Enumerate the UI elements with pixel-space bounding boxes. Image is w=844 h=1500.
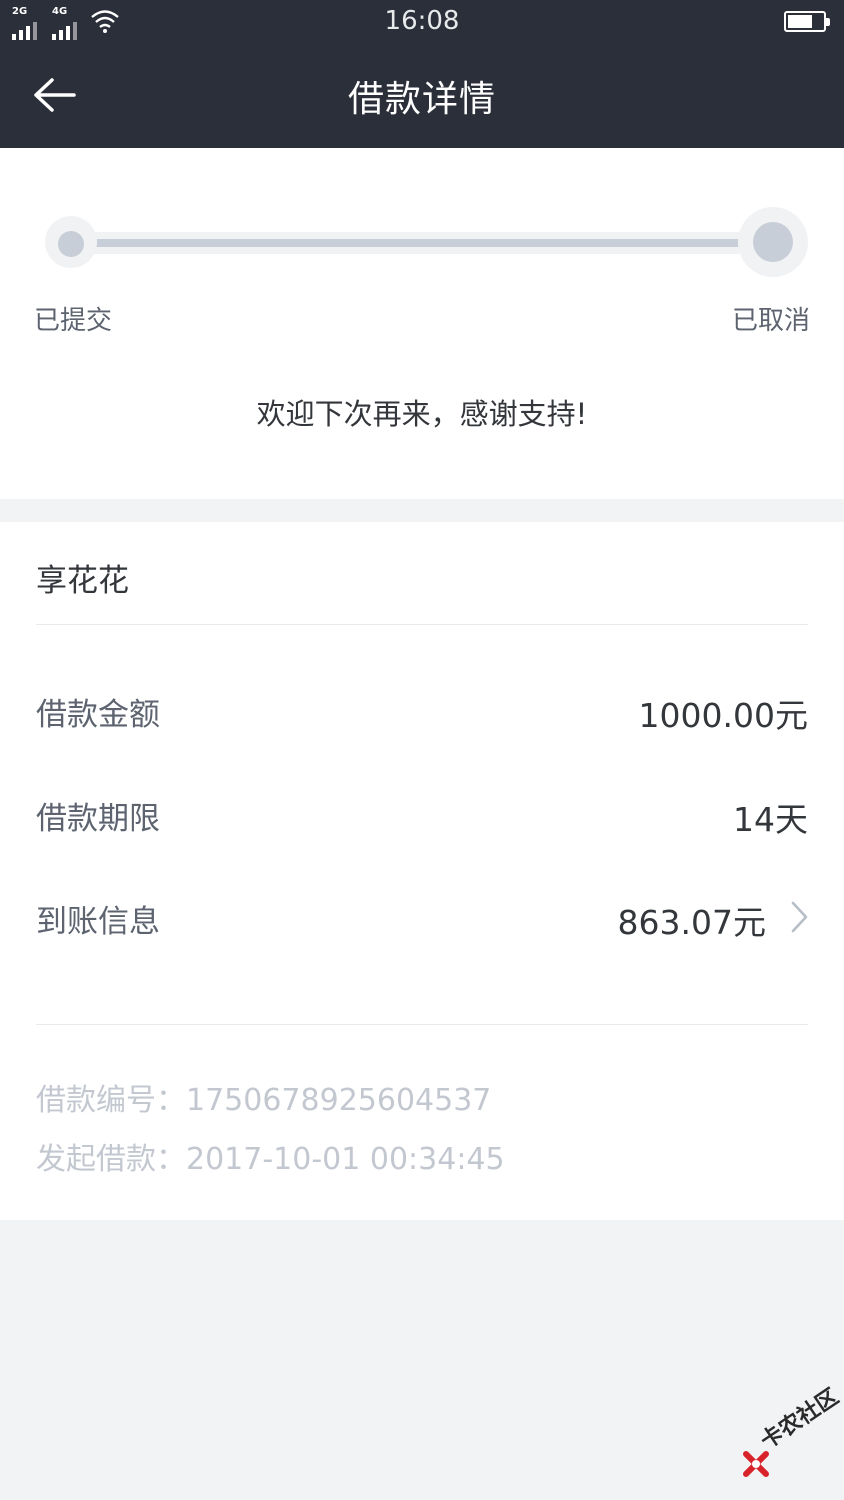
row-received-info[interactable]: 到账信息 863.07元 (0, 884, 844, 944)
progress-fill (70, 239, 775, 247)
product-name: 享花花 (36, 563, 129, 599)
watermark: 卡农社区 (742, 1384, 843, 1480)
divider (36, 624, 808, 625)
loan-number: 借款编号：1750678925604537 (36, 1083, 492, 1118)
status-message: 欢迎下次再来，感谢支持! (256, 397, 588, 431)
row-loan-term: 借款期限 14天 (0, 781, 844, 841)
page-title: 借款详情 (347, 79, 496, 120)
received-info-label: 到账信息 (36, 904, 160, 940)
watermark-logo (743, 1451, 769, 1477)
divider (36, 1024, 808, 1025)
step-label-submitted: 已提交 (34, 306, 113, 336)
battery-icon (784, 11, 830, 32)
loan-detail-card: 享花花 借款金额 1000.00元 借款期限 14天 到账信息 863.07元 … (0, 522, 844, 1220)
status-bar: 2G 4G 16:08 (0, 0, 844, 46)
chevron-right-icon (791, 901, 808, 933)
progress-step-dot-submitted (58, 231, 84, 257)
loan-amount-value: 1000.00元 (638, 696, 808, 735)
loan-start-time: 发起借款：2017-10-01 00:34:45 (36, 1142, 505, 1177)
watermark-text: 卡农社区 (756, 1384, 844, 1455)
progress-step-dot-cancelled (753, 222, 793, 262)
loan-term-label: 借款期限 (36, 801, 160, 837)
loan-amount-label: 借款金额 (36, 697, 160, 733)
received-info-value: 863.07元 (617, 903, 766, 942)
top-bar: 2G 4G 16:08 借款详情 (0, 0, 844, 148)
loan-term-value: 14天 (733, 800, 808, 839)
step-label-cancelled: 已取消 (731, 306, 810, 336)
status-card: 已提交 已取消 欢迎下次再来，感谢支持! (0, 148, 844, 499)
status-time: 16:08 (384, 6, 460, 36)
row-loan-amount: 借款金额 1000.00元 (0, 677, 844, 737)
